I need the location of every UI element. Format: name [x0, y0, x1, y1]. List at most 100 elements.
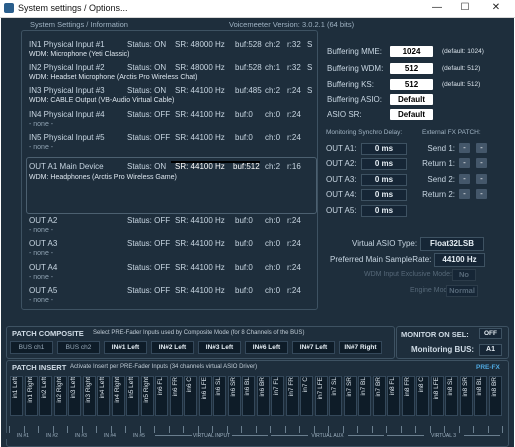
insert-channel-button[interactable]: in4 Left: [97, 376, 110, 416]
virtual-asio-label: Virtual ASIO Type:: [352, 239, 418, 248]
insert-channel-button[interactable]: in8 C: [416, 376, 429, 416]
composite-channel-button[interactable]: BUS ch1: [10, 341, 53, 354]
insert-channel-button[interactable]: in7 C: [300, 376, 313, 416]
composite-channel-button[interactable]: IN#7 Left: [292, 341, 335, 354]
buffering-default: (default: 512): [442, 65, 481, 72]
buffering-value-button[interactable]: 512: [390, 63, 433, 74]
insert-channel-button[interactable]: in3 Left: [68, 376, 81, 416]
insert-channel-button[interactable]: in7 FR: [285, 376, 299, 416]
insert-channel-label: in1 Left: [12, 377, 19, 399]
output-row[interactable]: OUT A4 Status: OFF SR: 44100 Hz buf:0 ch:0 r:…: [29, 263, 309, 274]
insert-channel-button[interactable]: in5 Left: [126, 376, 139, 416]
buffering-value-button[interactable]: 512: [390, 79, 433, 90]
output-row[interactable]: OUT A3 Status: OFF SR: 44100 Hz buf:0 ch:0 r:…: [29, 239, 309, 250]
buffering-value-button[interactable]: Default: [390, 109, 433, 120]
insert-channel-button[interactable]: in6 BL: [242, 376, 255, 416]
composite-channel-button[interactable]: IN#3 Left: [198, 341, 241, 354]
output-row[interactable]: OUT A5 Status: OFF SR: 44100 Hz buf:0 ch:0 r:…: [29, 286, 309, 297]
delay-value-button[interactable]: 0 ms: [361, 174, 407, 186]
monitor-toggle[interactable]: OFF: [479, 328, 502, 339]
composite-channel-button[interactable]: IN#2 Left: [151, 341, 194, 354]
wdm-exclusive-button[interactable]: No: [452, 269, 476, 281]
insert-channel-button[interactable]: in2 Left: [39, 376, 52, 416]
buffering-value-button[interactable]: Default: [390, 94, 433, 105]
insert-channel-button[interactable]: in6 FL: [155, 376, 168, 416]
patch-insert-mode[interactable]: PRE-FX: [476, 364, 500, 371]
delay-label: OUT A2:: [326, 159, 357, 168]
input-row[interactable]: IN3 Physical Input #3 Status: ON SR: 44100…: [29, 86, 312, 97]
fx-patch-channel-b[interactable]: -: [476, 174, 487, 184]
insert-channel-button[interactable]: in6 LFE: [198, 376, 212, 416]
insert-channel-button[interactable]: in5 Right: [140, 376, 154, 416]
output-device[interactable]: - none -: [29, 227, 53, 234]
insert-channel-button[interactable]: in4 Right: [111, 376, 125, 416]
maximize-button[interactable]: ☐: [455, 0, 475, 17]
minimize-button[interactable]: —: [427, 0, 447, 17]
delay-value-button[interactable]: 0 ms: [361, 189, 407, 201]
insert-channel-button[interactable]: in6 BR: [256, 376, 270, 416]
insert-channel-button[interactable]: in6 C: [184, 376, 197, 416]
output-device[interactable]: - none -: [29, 274, 53, 281]
fx-patch-channel-a[interactable]: -: [459, 174, 470, 184]
insert-channel-button[interactable]: in1 Right: [24, 376, 38, 416]
insert-channel-button[interactable]: in8 FL: [387, 376, 400, 416]
insert-channel-button[interactable]: in8 SR: [459, 376, 473, 416]
fx-patch-channel-b[interactable]: -: [476, 158, 487, 168]
insert-channel-button[interactable]: in7 BL: [358, 376, 371, 416]
close-button[interactable]: ✕: [486, 0, 506, 17]
fx-patch-channel-b[interactable]: -: [476, 189, 487, 199]
insert-channel-button[interactable]: in8 SL: [445, 376, 458, 416]
insert-channel-button[interactable]: in7 SL: [329, 376, 342, 416]
composite-channel-button[interactable]: IN#1 Left: [104, 341, 147, 354]
input-device[interactable]: WDM: Microphone (Yeti Classic): [29, 51, 130, 58]
input-row[interactable]: IN4 Physical Input #4 Status: OFF SR: 4410…: [29, 110, 309, 121]
insert-channel-button[interactable]: in7 BR: [372, 376, 386, 416]
input-device[interactable]: WDM: CABLE Output (VB-Audio Virtual Cabl…: [29, 97, 174, 104]
insert-channel-button[interactable]: in2 Right: [53, 376, 67, 416]
app-icon: [4, 3, 14, 13]
insert-channel-button[interactable]: in8 BR: [488, 376, 502, 416]
input-row[interactable]: IN5 Physical Input #5 Status: OFF SR: 4410…: [29, 133, 309, 144]
output-device[interactable]: - none -: [29, 250, 53, 257]
output-row[interactable]: OUT A2 Status: OFF SR: 44100 Hz buf:0 ch:0 r:…: [29, 216, 309, 227]
main-device-row[interactable]: OUT A1 Main Device Status: ON SR: 44100 …: [29, 161, 309, 173]
fx-patch-channel-b[interactable]: -: [476, 143, 487, 153]
insert-channel-button[interactable]: in8 LFE: [430, 376, 444, 416]
preferred-sr-button[interactable]: 44100 Hz: [434, 253, 485, 267]
insert-channel-button[interactable]: in7 SR: [343, 376, 357, 416]
engine-mode-button[interactable]: Normal: [446, 285, 478, 297]
insert-channel-button[interactable]: in6 FR: [169, 376, 183, 416]
composite-channel-button[interactable]: BUS ch2: [57, 341, 100, 354]
delay-value-button[interactable]: 0 ms: [361, 158, 407, 170]
input-device[interactable]: WDM: Headset Microphone (Arctis Pro Wire…: [29, 74, 197, 81]
fx-patch-channel-a[interactable]: -: [459, 158, 470, 168]
virtual-asio-button[interactable]: Float32LSB: [420, 237, 484, 251]
input-row[interactable]: IN2 Physical Input #2 Status: ON SR: 48000…: [29, 63, 312, 74]
composite-channel-button[interactable]: IN#6 Left: [245, 341, 288, 354]
composite-channel-button[interactable]: IN#7 Right: [339, 341, 382, 354]
input-device[interactable]: - none -: [29, 144, 53, 151]
insert-tick: [328, 426, 329, 433]
insert-channel-button[interactable]: in8 FR: [401, 376, 415, 416]
insert-channel-button[interactable]: in6 SR: [227, 376, 241, 416]
input-device[interactable]: - none -: [29, 121, 53, 128]
fx-patch-channel-a[interactable]: -: [459, 143, 470, 153]
insert-channel-button[interactable]: in7 FL: [271, 376, 284, 416]
monitoring-bus-button[interactable]: A1: [479, 344, 502, 356]
insert-channel-button[interactable]: in6 SL: [213, 376, 226, 416]
fx-patch-channel-a[interactable]: -: [459, 189, 470, 199]
input-ch: ch:0: [265, 133, 281, 142]
main-device-driver[interactable]: WDM: Headphones (Arctis Pro Wireless Gam…: [29, 174, 177, 181]
delay-value-button[interactable]: 0 ms: [361, 143, 407, 155]
insert-channel-button[interactable]: in3 Right: [82, 376, 96, 416]
insert-channel-button[interactable]: in8 BL: [474, 376, 487, 416]
output-device[interactable]: - none -: [29, 297, 53, 304]
insert-channel-label: in6 LFE: [200, 377, 208, 400]
insert-tick: [502, 426, 503, 433]
insert-channel-button[interactable]: in1 Left: [10, 376, 23, 416]
insert-channel-button[interactable]: in7 LFE: [314, 376, 328, 416]
input-sr: SR: 48000 Hz: [175, 63, 225, 72]
input-row[interactable]: IN1 Physical Input #1 Status: ON SR: 48000…: [29, 40, 312, 51]
buffering-value-button[interactable]: 1024: [390, 46, 433, 57]
delay-value-button[interactable]: 0 ms: [361, 205, 407, 217]
